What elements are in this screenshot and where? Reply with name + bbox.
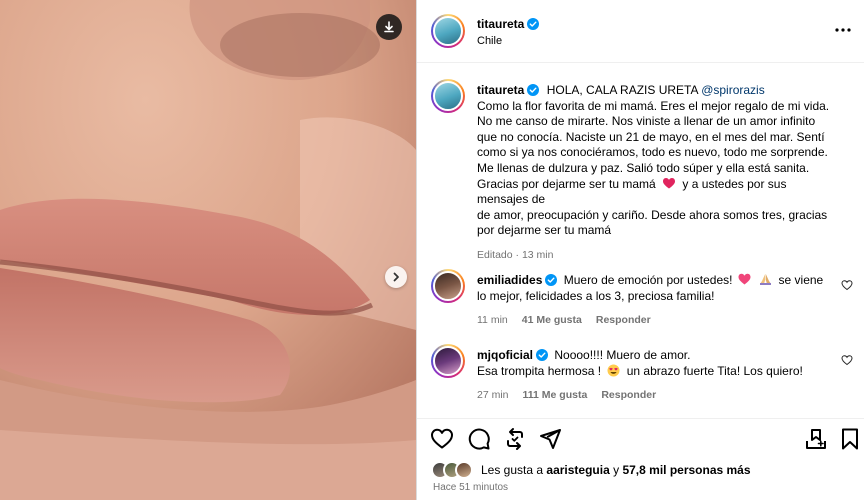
reply-button[interactable]: Responder (596, 314, 651, 326)
post-location[interactable]: Chile (477, 35, 502, 47)
caption-line: por dejarme ser tu mamá (477, 223, 612, 238)
comment-item: mjqoficial Noooo!!!! Muero de amor. Esa … (417, 344, 864, 414)
heart-eyes-emoji (607, 364, 620, 377)
share-icon[interactable] (538, 427, 562, 451)
caption-line: Gracias por dejarme ser tu mamá (477, 176, 656, 191)
next-photo-button[interactable] (385, 266, 407, 288)
comments-list: titaureta HOLA, CALA RAZIS URETA @spiror… (417, 63, 864, 418)
post-photo[interactable] (0, 0, 416, 500)
comment-like-heart-icon[interactable] (841, 354, 853, 366)
folded-hands-emoji (760, 274, 772, 285)
author-username[interactable]: titaureta (477, 17, 540, 31)
post-side-panel: titaureta Chile titaureta HOLA, CALA RAZ… (416, 0, 864, 500)
comment-like-heart-icon[interactable] (841, 279, 853, 291)
caption: titaureta HOLA, CALA RAZIS URETA @spiror… (417, 75, 864, 261)
author-avatar[interactable] (431, 14, 465, 48)
caption-line: Me llenas de dulzura y paz. Salió todo s… (477, 160, 810, 175)
comment-likes[interactable]: 41 Me gusta (522, 314, 582, 326)
comment-item: emiliadides Muero de emoción por ustedes… (417, 269, 864, 339)
verified-icon (536, 349, 549, 361)
caption-author[interactable]: titaureta (477, 83, 524, 97)
verified-icon (527, 18, 540, 30)
download-button[interactable] (376, 14, 402, 40)
comment-likes[interactable]: 111 Me gusta (523, 389, 588, 401)
comment-time[interactable]: 11 min (477, 314, 508, 326)
comment-text: emiliadides Muero de emoción por ustedes… (477, 273, 824, 303)
caption-headline: HOLA, CALA RAZIS URETA (546, 83, 698, 97)
likes-summary[interactable]: Les gusta a aaristeguia y 57,8 mil perso… (431, 460, 861, 480)
comment-icon[interactable] (467, 427, 491, 451)
comment-meta: 27 min 111 Me gusta Responder (477, 389, 656, 401)
repost-icon[interactable] (503, 427, 527, 451)
verified-icon (545, 274, 558, 286)
post-action-bar (417, 418, 864, 458)
avatar (455, 461, 473, 479)
caption-author-avatar[interactable] (431, 79, 465, 113)
reply-button[interactable]: Responder (601, 389, 656, 401)
commenter-avatar[interactable] (431, 269, 465, 303)
caption-text: titaureta HOLA, CALA RAZIS URETA @spiror… (477, 83, 837, 239)
red-heart-emoji (663, 177, 676, 189)
comment-text: mjqoficial Noooo!!!! Muero de amor. Esa … (477, 348, 803, 378)
caption-line: de amor, preocupación y cariño. Desde ah… (477, 207, 828, 222)
likes-text: Les gusta a aaristeguia y 57,8 mil perso… (481, 463, 751, 477)
caption-meta: Editado · 13 min (477, 249, 554, 261)
save-to-collection-icon[interactable] (804, 427, 828, 451)
chevron-right-icon (393, 272, 399, 282)
heart-icon[interactable] (430, 427, 454, 451)
commenter-username[interactable]: emiliadides (477, 273, 542, 287)
verified-icon (527, 84, 540, 96)
download-icon (384, 21, 394, 33)
mention-link[interactable]: @spirorazis (701, 83, 765, 97)
liker-username[interactable]: aaristeguia (546, 463, 609, 477)
commenter-username[interactable]: mjqoficial (477, 348, 533, 362)
post-header: titaureta Chile (417, 0, 864, 63)
bookmark-icon[interactable] (838, 427, 862, 451)
caption-line: Como la flor favorita de mi mamá. Eres e… (477, 98, 830, 113)
caption-line: que no conocía. Naciste un 21 de mayo, e… (477, 129, 825, 144)
caption-line: No me canso de mirarte. Nos viniste a ll… (477, 114, 816, 129)
comment-meta: 11 min 41 Me gusta Responder (477, 314, 651, 326)
more-icon[interactable] (833, 22, 853, 38)
caption-line: como si ya nos conociéramos, todo es nue… (477, 145, 828, 160)
baby-lips-image (0, 0, 416, 500)
post-timestamp[interactable]: Hace 51 minutos (433, 482, 508, 493)
sparkling-heart-emoji (738, 273, 751, 285)
liker-avatars (431, 460, 477, 480)
comment-time[interactable]: 27 min (477, 389, 509, 401)
commenter-avatar[interactable] (431, 344, 465, 378)
likes-count[interactable]: 57,8 mil personas más (622, 463, 750, 477)
